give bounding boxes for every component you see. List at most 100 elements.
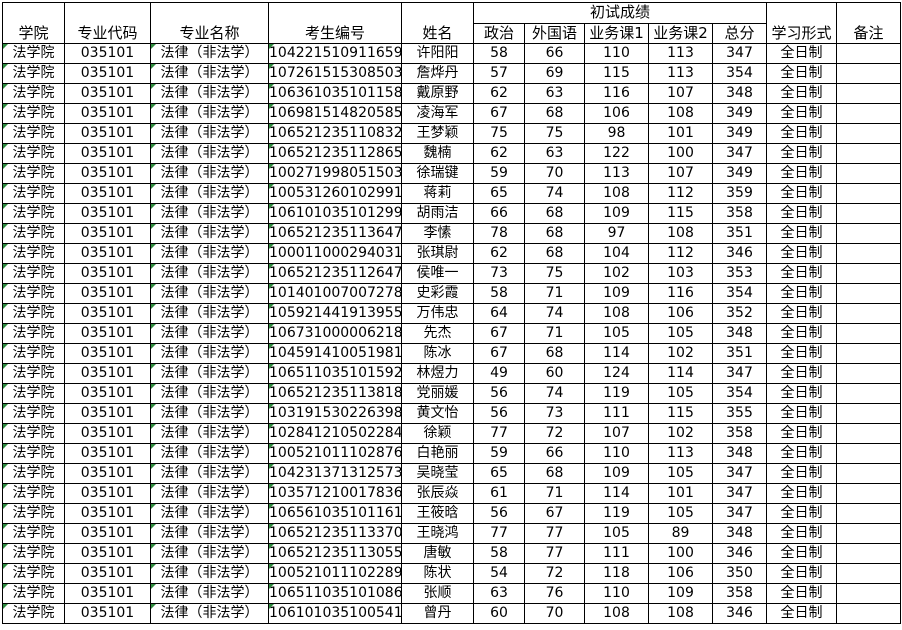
cell-total[interactable]: 348 bbox=[712, 323, 767, 344]
cell-study-mode[interactable]: 全日制 bbox=[766, 363, 837, 384]
cell-college[interactable]: 法学院 bbox=[2, 163, 65, 184]
cell-major-name[interactable]: 法律（非法学） bbox=[150, 203, 269, 224]
cell-course-2[interactable]: 115 bbox=[648, 403, 713, 424]
cell-major-name[interactable]: 法律（非法学） bbox=[150, 283, 269, 304]
cell-course-2[interactable]: 107 bbox=[648, 163, 713, 184]
cell-major-code[interactable]: 035101 bbox=[64, 283, 151, 304]
header-course-2[interactable]: 业务课2 bbox=[648, 22, 713, 44]
cell-study-mode[interactable]: 全日制 bbox=[766, 523, 837, 544]
cell-exam-id[interactable]: 104231371312573 bbox=[268, 463, 402, 484]
cell-exam-id[interactable]: 105921441913955 bbox=[268, 303, 402, 324]
cell-foreign-language[interactable]: 69 bbox=[524, 63, 585, 84]
cell-course-2[interactable]: 106 bbox=[648, 303, 713, 324]
cell-remarks[interactable] bbox=[836, 343, 901, 364]
cell-foreign-language[interactable]: 77 bbox=[524, 543, 585, 564]
cell-name[interactable]: 曾丹 bbox=[401, 603, 474, 624]
cell-remarks[interactable] bbox=[836, 463, 901, 484]
cell-total[interactable]: 354 bbox=[712, 383, 767, 404]
cell-name[interactable]: 陈冰 bbox=[401, 343, 474, 364]
cell-total[interactable]: 349 bbox=[712, 123, 767, 144]
cell-major-name[interactable]: 法律（非法学） bbox=[150, 523, 269, 544]
cell-college[interactable]: 法学院 bbox=[2, 143, 65, 164]
cell-exam-id[interactable]: 100271998051503 bbox=[268, 163, 402, 184]
cell-major-name[interactable]: 法律（非法学） bbox=[150, 383, 269, 404]
cell-course-2[interactable]: 115 bbox=[648, 203, 713, 224]
cell-politics[interactable]: 57 bbox=[473, 63, 525, 84]
cell-exam-id[interactable]: 106511035101592 bbox=[268, 363, 402, 384]
cell-remarks[interactable] bbox=[836, 483, 901, 504]
cell-major-name[interactable]: 法律（非法学） bbox=[150, 103, 269, 124]
cell-college[interactable]: 法学院 bbox=[2, 383, 65, 404]
cell-course-1[interactable]: 102 bbox=[584, 263, 649, 284]
cell-college[interactable]: 法学院 bbox=[2, 223, 65, 244]
cell-remarks[interactable] bbox=[836, 503, 901, 524]
cell-exam-id[interactable]: 102841210502284 bbox=[268, 423, 402, 444]
cell-total[interactable]: 348 bbox=[712, 83, 767, 104]
cell-foreign-language[interactable]: 67 bbox=[524, 503, 585, 524]
cell-college[interactable]: 法学院 bbox=[2, 483, 65, 504]
cell-politics[interactable]: 63 bbox=[473, 583, 525, 604]
cell-major-name[interactable]: 法律（非法学） bbox=[150, 343, 269, 364]
cell-college[interactable]: 法学院 bbox=[2, 583, 65, 604]
cell-name[interactable]: 王梦颖 bbox=[401, 123, 474, 144]
cell-exam-id[interactable]: 104591410051981 bbox=[268, 343, 402, 364]
cell-name[interactable]: 张顺 bbox=[401, 583, 474, 604]
cell-major-name[interactable]: 法律（非法学） bbox=[150, 223, 269, 244]
cell-total[interactable]: 358 bbox=[712, 583, 767, 604]
cell-name[interactable]: 戴原野 bbox=[401, 83, 474, 104]
cell-study-mode[interactable]: 全日制 bbox=[766, 243, 837, 264]
cell-major-code[interactable]: 035101 bbox=[64, 243, 151, 264]
cell-course-2[interactable]: 113 bbox=[648, 63, 713, 84]
cell-major-code[interactable]: 035101 bbox=[64, 223, 151, 244]
cell-politics[interactable]: 58 bbox=[473, 283, 525, 304]
cell-remarks[interactable] bbox=[836, 403, 901, 424]
cell-course-1[interactable]: 114 bbox=[584, 483, 649, 504]
cell-name[interactable]: 蒋莉 bbox=[401, 183, 474, 204]
cell-politics[interactable]: 61 bbox=[473, 483, 525, 504]
cell-total[interactable]: 359 bbox=[712, 183, 767, 204]
cell-major-name[interactable]: 法律（非法学） bbox=[150, 323, 269, 344]
cell-study-mode[interactable]: 全日制 bbox=[766, 563, 837, 584]
cell-college[interactable]: 法学院 bbox=[2, 363, 65, 384]
cell-exam-id[interactable]: 106521235113647 bbox=[268, 223, 402, 244]
cell-course-1[interactable]: 109 bbox=[584, 463, 649, 484]
cell-college[interactable]: 法学院 bbox=[2, 543, 65, 564]
cell-course-1[interactable]: 106 bbox=[584, 103, 649, 124]
cell-major-code[interactable]: 035101 bbox=[64, 563, 151, 584]
cell-course-1[interactable]: 111 bbox=[584, 403, 649, 424]
cell-major-name[interactable]: 法律（非法学） bbox=[150, 443, 269, 464]
cell-major-code[interactable]: 035101 bbox=[64, 403, 151, 424]
cell-major-code[interactable]: 035101 bbox=[64, 203, 151, 224]
cell-study-mode[interactable]: 全日制 bbox=[766, 83, 837, 104]
cell-remarks[interactable] bbox=[836, 243, 901, 264]
cell-exam-id[interactable]: 106361035101158 bbox=[268, 83, 402, 104]
cell-name[interactable]: 王晓鸿 bbox=[401, 523, 474, 544]
cell-study-mode[interactable]: 全日制 bbox=[766, 183, 837, 204]
cell-remarks[interactable] bbox=[836, 523, 901, 544]
cell-course-1[interactable]: 119 bbox=[584, 383, 649, 404]
cell-course-2[interactable]: 105 bbox=[648, 503, 713, 524]
cell-college[interactable]: 法学院 bbox=[2, 503, 65, 524]
cell-study-mode[interactable]: 全日制 bbox=[766, 463, 837, 484]
cell-exam-id[interactable]: 106731000006218 bbox=[268, 323, 402, 344]
cell-course-2[interactable]: 102 bbox=[648, 423, 713, 444]
cell-major-code[interactable]: 035101 bbox=[64, 143, 151, 164]
cell-name[interactable]: 魏楠 bbox=[401, 143, 474, 164]
cell-major-code[interactable]: 035101 bbox=[64, 543, 151, 564]
cell-major-name[interactable]: 法律（非法学） bbox=[150, 543, 269, 564]
cell-total[interactable]: 347 bbox=[712, 483, 767, 504]
cell-foreign-language[interactable]: 74 bbox=[524, 383, 585, 404]
cell-remarks[interactable] bbox=[836, 363, 901, 384]
cell-course-1[interactable]: 118 bbox=[584, 563, 649, 584]
cell-major-name[interactable]: 法律（非法学） bbox=[150, 263, 269, 284]
cell-course-2[interactable]: 113 bbox=[648, 443, 713, 464]
header-remarks[interactable]: 备注 bbox=[836, 2, 901, 44]
cell-major-code[interactable]: 035101 bbox=[64, 583, 151, 604]
cell-major-name[interactable]: 法律（非法学） bbox=[150, 603, 269, 624]
cell-remarks[interactable] bbox=[836, 443, 901, 464]
header-study-mode[interactable]: 学习形式 bbox=[766, 2, 837, 44]
cell-course-1[interactable]: 116 bbox=[584, 83, 649, 104]
cell-course-1[interactable]: 105 bbox=[584, 523, 649, 544]
cell-remarks[interactable] bbox=[836, 123, 901, 144]
cell-name[interactable]: 侯唯一 bbox=[401, 263, 474, 284]
